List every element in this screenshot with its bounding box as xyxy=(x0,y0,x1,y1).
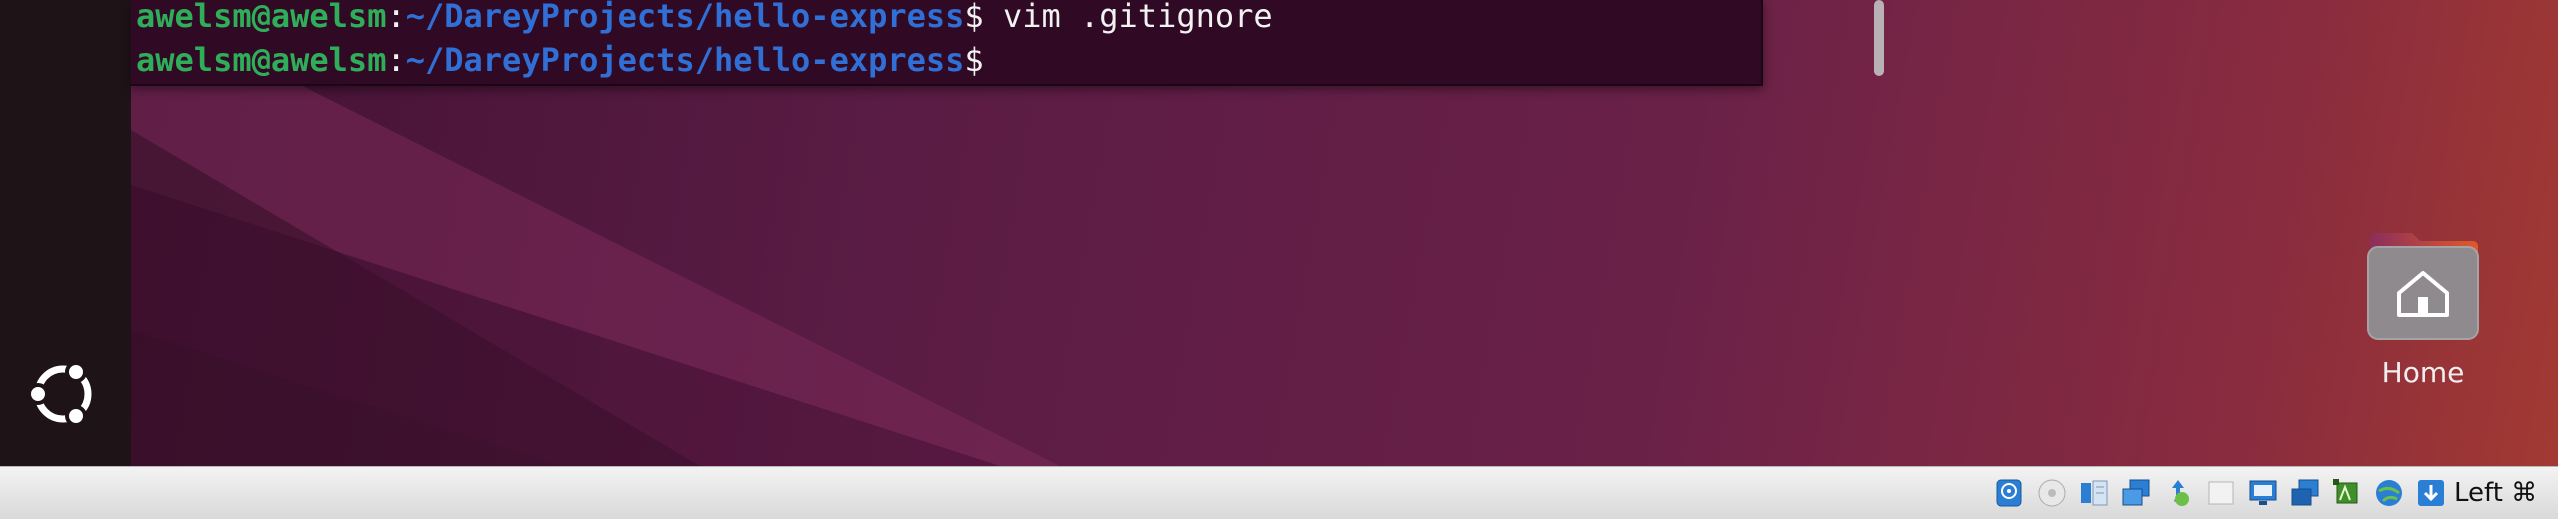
prompt-user: awelsm@awelsm xyxy=(136,41,387,79)
host-key-label[interactable]: Left ⌘ xyxy=(2454,473,2537,513)
audio-icon[interactable] xyxy=(2078,477,2110,509)
keyboard-capture-icon[interactable] xyxy=(2415,477,2447,509)
prompt-path: ~/DareyProjects/hello-express xyxy=(405,0,965,35)
hard-disk-icon[interactable] xyxy=(1993,477,2025,509)
ubuntu-logo-icon[interactable] xyxy=(26,357,100,431)
terminal-line[interactable]: awelsm@awelsm:~/DareyProjects/hello-expr… xyxy=(136,40,984,80)
prompt-symbol: $ xyxy=(964,41,984,79)
shared-folders-icon[interactable] xyxy=(2205,477,2237,509)
prompt-separator: : xyxy=(386,41,406,79)
prompt-user: awelsm@awelsm xyxy=(136,0,387,35)
vm-status-bar: Left ⌘ xyxy=(0,466,2558,519)
terminal-command: vim .gitignore xyxy=(983,0,1273,35)
recording-icon[interactable] xyxy=(2289,477,2321,509)
prompt-path: ~/DareyProjects/hello-express xyxy=(405,41,965,79)
desktop: awelsm@awelsm:~/DareyProjects/hello-expr… xyxy=(0,0,2558,466)
display-icon[interactable] xyxy=(2247,477,2279,509)
terminal-window[interactable]: awelsm@awelsm:~/DareyProjects/hello-expr… xyxy=(131,0,1884,86)
network-icon[interactable] xyxy=(2120,477,2152,509)
usb-icon[interactable] xyxy=(2162,477,2194,509)
dock xyxy=(0,0,131,466)
prompt-separator: : xyxy=(386,0,406,35)
terminal-line: awelsm@awelsm:~/DareyProjects/hello-expr… xyxy=(136,0,1273,36)
prompt-symbol: $ xyxy=(964,0,984,35)
terminal-scrollbar[interactable] xyxy=(1874,0,1884,76)
home-folder-icon[interactable] xyxy=(2366,233,2480,341)
optical-drive-icon[interactable] xyxy=(2036,477,2068,509)
home-folder-label: Home xyxy=(2381,356,2465,389)
mouse-integration-icon[interactable] xyxy=(2373,477,2405,509)
cpu-icon[interactable] xyxy=(2331,477,2363,509)
